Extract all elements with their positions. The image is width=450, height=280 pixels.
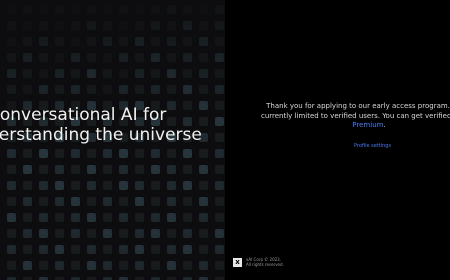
hero-headline: Conversational AI for derstanding the un… xyxy=(0,105,225,145)
footer: x xAI Corp © 2023. All rights reserved. xyxy=(233,257,284,267)
notice-line1: Thank you for applying to our early acce… xyxy=(266,102,450,110)
profile-settings-link[interactable]: Profile settings xyxy=(354,143,391,149)
access-notice-panel: Thank you for applying to our early acce… xyxy=(225,0,450,280)
xai-logo-icon: x xyxy=(233,257,242,267)
notice-line2: currently limited to verified users. You… xyxy=(260,111,450,120)
notice-line3: Premium. xyxy=(249,121,450,131)
hero-headline-line1: Conversational AI for xyxy=(0,105,167,125)
rights-text: All rights reserved. xyxy=(246,262,284,267)
notice-period: . xyxy=(383,121,386,129)
access-notice-message: Thank you for applying to our early acce… xyxy=(249,102,450,131)
footer-text: xAI Corp © 2023. All rights reserved. xyxy=(246,257,284,267)
hero-panel: Conversational AI for derstanding the un… xyxy=(0,0,225,280)
premium-link[interactable]: Premium xyxy=(352,121,383,129)
hero-headline-line2: derstanding the universe xyxy=(0,125,202,145)
